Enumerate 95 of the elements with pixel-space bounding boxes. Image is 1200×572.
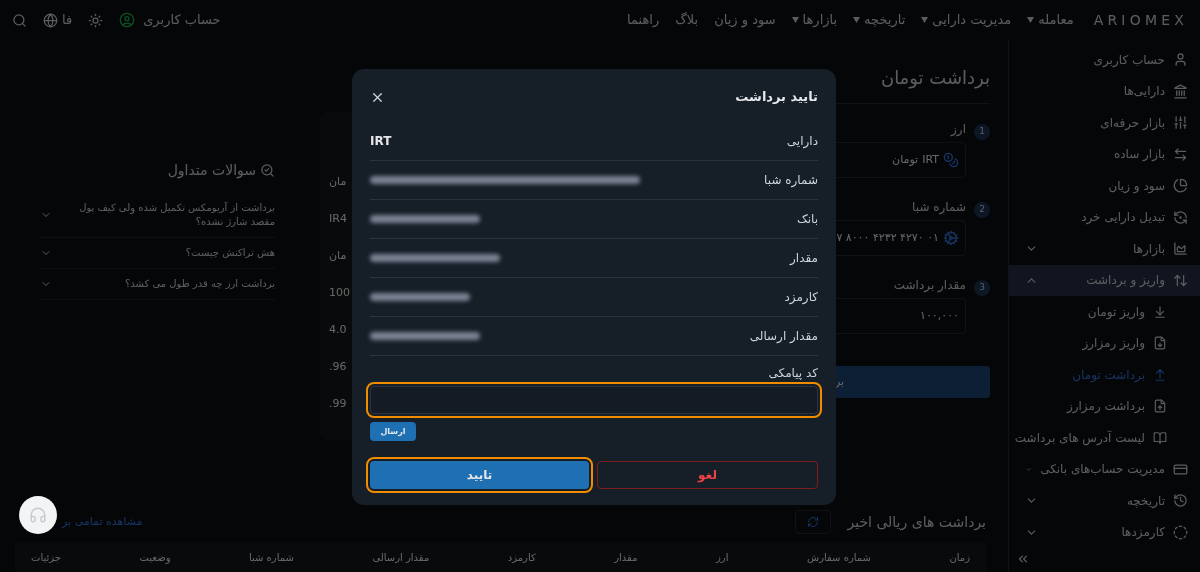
field-label: شماره شبا bbox=[911, 199, 966, 216]
sidebar-item[interactable]: بازار حرفه‌ای bbox=[1009, 107, 1200, 139]
sidebar-item[interactable]: مدیریت حساب‌های بانکی bbox=[1009, 453, 1200, 485]
menu-icon bbox=[1173, 115, 1188, 131]
summary-value: 99. bbox=[329, 396, 347, 412]
summary-value: IR4 bbox=[329, 211, 347, 227]
section-title: برداشت های ریالی اخیر bbox=[847, 512, 986, 533]
row-label: مقدار ارسالی bbox=[749, 328, 818, 345]
row-label: دارایی bbox=[786, 133, 818, 150]
faq-title: سوالات متداول bbox=[167, 161, 256, 181]
submenu-item[interactable]: واریز رمزارز bbox=[1009, 327, 1200, 359]
menu-icon bbox=[1173, 524, 1188, 540]
caret-icon bbox=[791, 17, 799, 23]
globe-icon bbox=[43, 12, 58, 28]
search-icon[interactable] bbox=[12, 12, 27, 28]
account-button[interactable]: حساب کاربری bbox=[119, 10, 221, 30]
cancel-button[interactable]: لغو bbox=[597, 461, 818, 489]
row-label: مقدار bbox=[790, 250, 818, 267]
submenu-item[interactable]: برداشت تومان bbox=[1009, 359, 1200, 391]
sidebar-item[interactable]: تبدیل دارایی خرد bbox=[1009, 201, 1200, 233]
sidebar-item[interactable]: بازار ساده bbox=[1009, 138, 1200, 170]
menu-icon bbox=[1153, 367, 1167, 382]
user-icon bbox=[119, 12, 136, 28]
help-search-icon bbox=[260, 163, 275, 178]
collapse-icon[interactable] bbox=[1016, 552, 1030, 566]
summary-value: مان bbox=[329, 248, 347, 264]
faq-item[interactable]: برداشت از آریومکس تکمیل شده ولی کیف پول مقصد شارژ نشده؟ bbox=[40, 193, 275, 238]
column-header: شماره سفارش bbox=[806, 550, 871, 565]
coin-icon bbox=[943, 152, 959, 168]
step-number: 2 bbox=[974, 202, 990, 218]
column-header: ارز bbox=[716, 550, 729, 565]
sidebar-item[interactable]: حساب کاربری bbox=[1009, 44, 1200, 76]
menu-icon bbox=[1173, 493, 1188, 509]
step-number: 1 bbox=[974, 124, 990, 140]
summary-value: 96. bbox=[329, 359, 347, 375]
sidebar-item[interactable]: تاریخچه bbox=[1009, 485, 1200, 517]
column-header: مقدار ارسالی bbox=[372, 550, 430, 565]
nav-item[interactable]: سود و زیان bbox=[714, 10, 776, 30]
caret-icon bbox=[853, 17, 861, 23]
row-label: شماره شبا bbox=[764, 172, 818, 189]
menu-icon bbox=[1153, 430, 1167, 445]
menu-icon bbox=[1173, 209, 1188, 225]
menu-icon bbox=[1173, 52, 1188, 68]
menu-icon bbox=[1173, 241, 1188, 257]
faq-item[interactable]: برداشت ارز چه قدر طول می کشد؟ bbox=[40, 269, 275, 300]
sidebar-item[interactable]: بازارها bbox=[1009, 233, 1200, 265]
caret-icon bbox=[921, 17, 929, 23]
sidebar-item[interactable]: دارایی‌ها bbox=[1009, 75, 1200, 107]
sidebar-item[interactable]: سود و زیان bbox=[1009, 170, 1200, 202]
menu-icon bbox=[1153, 336, 1167, 351]
field-label: ارز bbox=[949, 121, 966, 138]
menu-icon bbox=[1173, 146, 1188, 162]
summary-value: 100 bbox=[329, 285, 350, 301]
menu-icon bbox=[1173, 461, 1188, 477]
column-header: کارمزد bbox=[507, 550, 536, 565]
headset-icon bbox=[29, 506, 47, 524]
theme-icon[interactable] bbox=[88, 12, 104, 28]
row-value: IRT bbox=[370, 133, 392, 150]
logo[interactable]: ARIOMEX bbox=[1093, 9, 1188, 31]
send-button[interactable]: ارسال bbox=[370, 422, 416, 441]
sidebar-item[interactable]: واریز و برداشت bbox=[1009, 264, 1200, 296]
column-header: مقدار bbox=[614, 550, 638, 565]
submenu-item[interactable]: واریز تومان bbox=[1009, 296, 1200, 328]
menu-icon bbox=[1173, 83, 1188, 99]
nav-item[interactable]: تاریخچه bbox=[853, 10, 906, 30]
row-label: بانک bbox=[796, 211, 818, 228]
nav-item[interactable]: بلاگ bbox=[675, 10, 699, 30]
column-header: شماره شبا bbox=[248, 550, 294, 565]
step-number: 3 bbox=[974, 280, 990, 296]
menu-icon bbox=[1173, 272, 1188, 288]
row-label: کارمزد bbox=[784, 289, 818, 306]
menu-icon bbox=[1153, 399, 1167, 414]
submenu-item[interactable]: برداشت رمزارز bbox=[1009, 390, 1200, 422]
nav-item[interactable]: مدیریت دارایی bbox=[921, 10, 1012, 30]
caret-icon bbox=[1027, 17, 1035, 23]
column-header: وضعیت bbox=[139, 550, 171, 565]
submenu-item[interactable]: لیست آدرس های برداشت bbox=[1009, 422, 1200, 454]
nav-item[interactable]: راهنما bbox=[627, 10, 660, 30]
summary-value: مان bbox=[329, 174, 347, 190]
nav-item[interactable]: معامله bbox=[1027, 10, 1074, 30]
view-all-link[interactable]: مشاهده تمامی بر bbox=[62, 514, 143, 531]
field-label: مقدار برداشت bbox=[892, 277, 966, 294]
column-header: جزئیات bbox=[31, 550, 61, 565]
summary-value: 4.0 bbox=[329, 322, 347, 338]
menu-icon bbox=[1153, 304, 1167, 319]
refresh-icon bbox=[807, 516, 820, 529]
sidebar-item[interactable]: کارمزدها bbox=[1009, 516, 1200, 548]
support-button[interactable] bbox=[19, 496, 57, 534]
nav-item[interactable]: بازارها bbox=[791, 10, 838, 30]
field-label: کد پیامکی bbox=[767, 365, 818, 382]
dialog-title: تایید برداشت bbox=[735, 88, 818, 107]
column-header: زمان bbox=[949, 550, 970, 565]
language-button[interactable]: فا bbox=[43, 10, 73, 30]
faq-item[interactable]: هش تراکنش چیست؟ bbox=[40, 238, 275, 269]
menu-icon bbox=[1173, 178, 1188, 194]
